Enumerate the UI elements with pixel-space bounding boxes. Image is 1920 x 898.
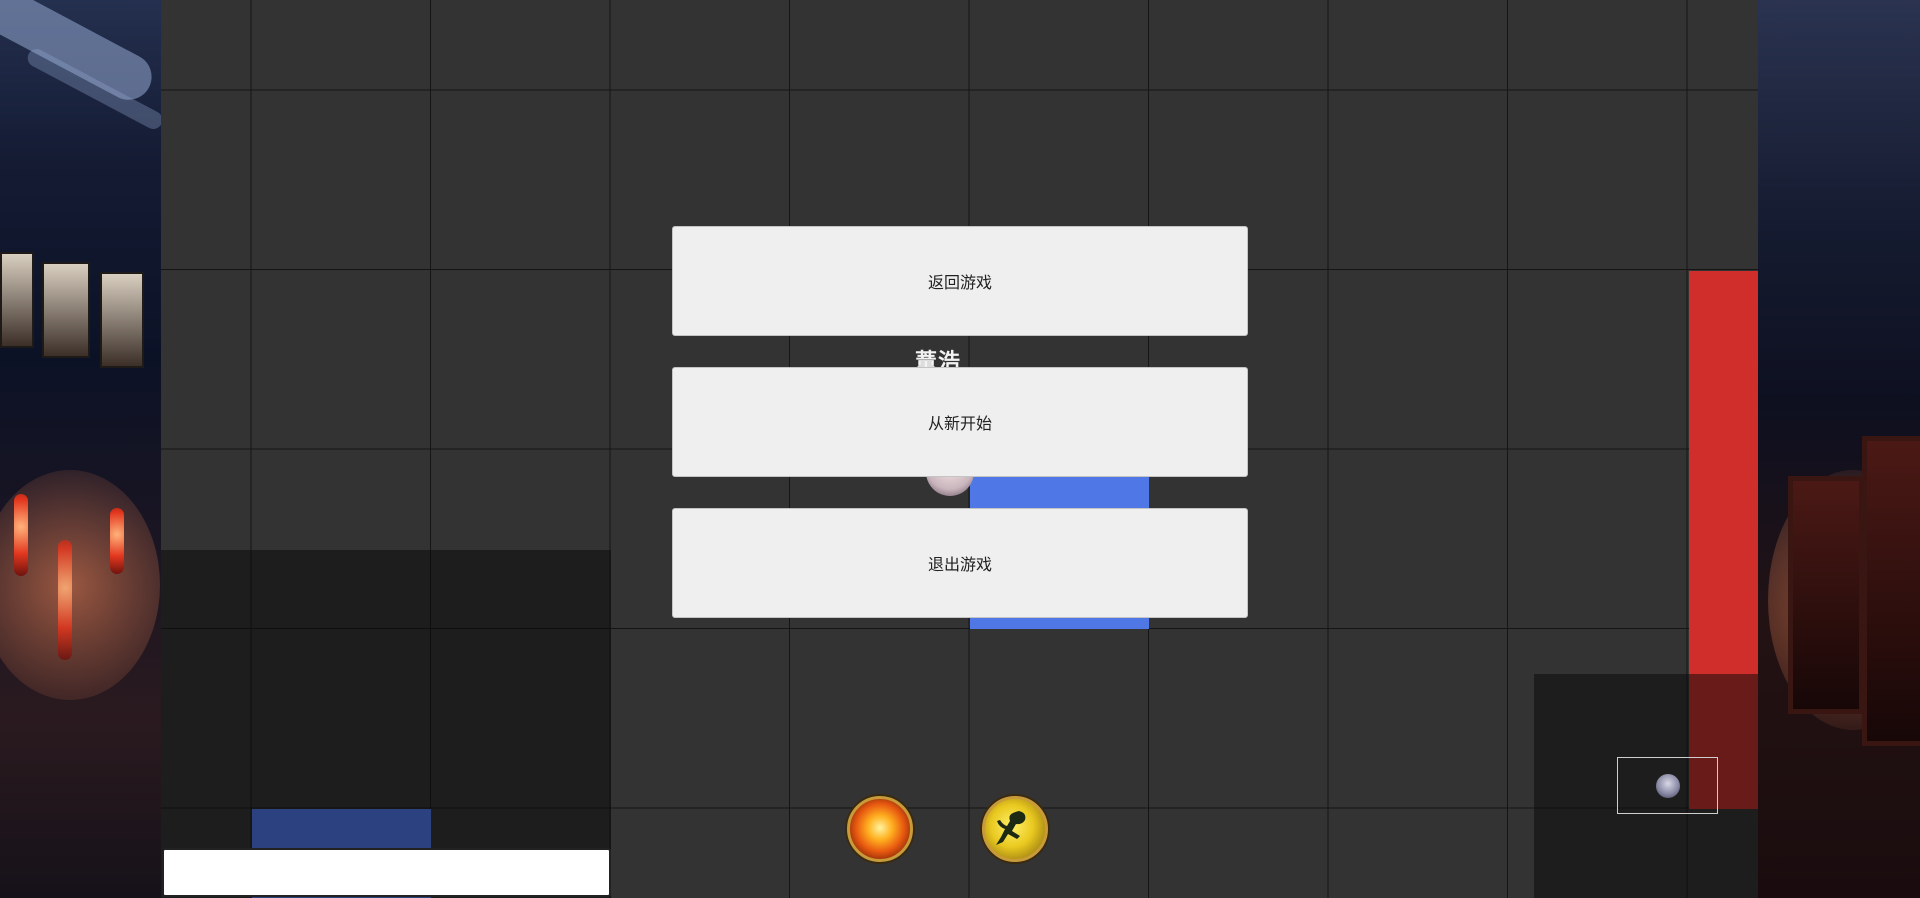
building-window bbox=[42, 262, 90, 358]
lantern bbox=[58, 540, 72, 660]
quit-game-label: 退出游戏 bbox=[927, 555, 992, 574]
lantern bbox=[110, 508, 124, 574]
restart-game-button[interactable]: 从新开始 bbox=[672, 367, 1248, 477]
fireball-icon[interactable] bbox=[847, 796, 913, 862]
right-background-art bbox=[1758, 0, 1920, 898]
lantern bbox=[14, 494, 28, 576]
left-background-art bbox=[0, 0, 161, 898]
sky-streak bbox=[0, 0, 160, 108]
resume-game-label: 返回游戏 bbox=[927, 273, 992, 292]
building-window bbox=[0, 252, 34, 348]
minimap-player-button[interactable] bbox=[1617, 757, 1718, 814]
building-window bbox=[1862, 436, 1920, 746]
chat-input[interactable] bbox=[162, 848, 611, 897]
player-avatar-icon bbox=[1655, 773, 1680, 798]
restart-game-label: 从新开始 bbox=[927, 414, 992, 433]
resume-game-button[interactable]: 返回游戏 bbox=[672, 226, 1248, 336]
dash-icon[interactable] bbox=[982, 796, 1048, 862]
building-window bbox=[100, 272, 144, 368]
quit-game-button[interactable]: 退出游戏 bbox=[672, 508, 1248, 618]
building-window bbox=[1788, 476, 1864, 714]
dash-figure bbox=[996, 811, 1026, 845]
